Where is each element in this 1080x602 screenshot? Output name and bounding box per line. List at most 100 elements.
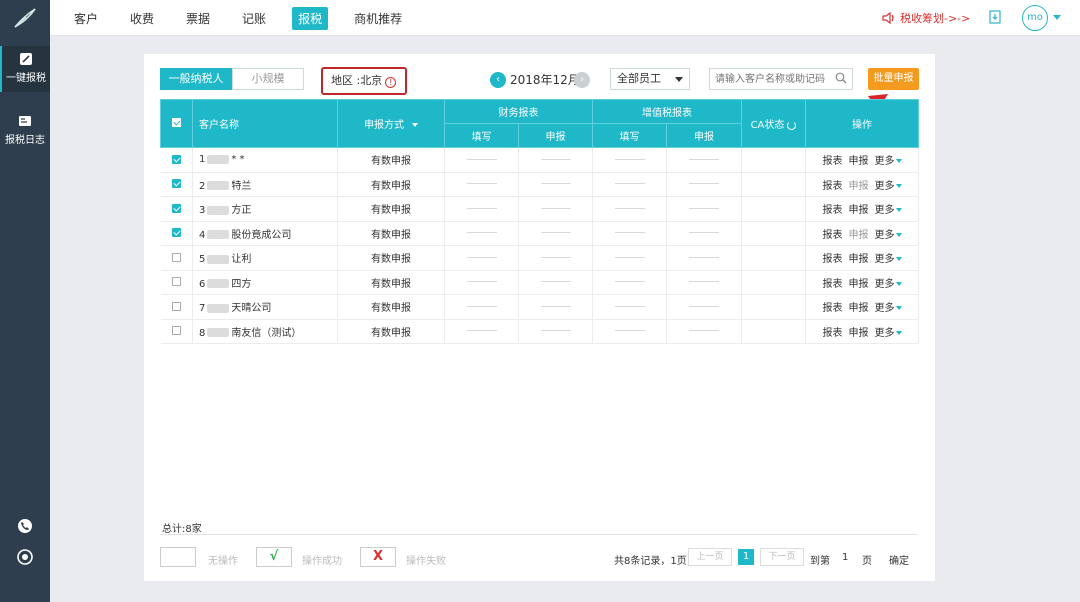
- nav-item[interactable]: 商机推荐: [348, 7, 408, 30]
- sidebar-item-one-click-tax[interactable]: 一键报税: [0, 46, 50, 92]
- finance-declare-cell: [518, 270, 593, 295]
- select-all-checkbox[interactable]: [172, 117, 181, 127]
- tab-general-taxpayer[interactable]: 一般纳税人: [160, 68, 232, 90]
- staff-select[interactable]: 全部员工: [610, 68, 690, 90]
- current-page-button[interactable]: 1: [738, 549, 754, 565]
- feather-logo-icon: [14, 8, 36, 28]
- headset-icon[interactable]: [17, 549, 33, 565]
- row-select-cell[interactable]: [160, 245, 193, 271]
- row-index: 4: [199, 229, 206, 241]
- customer-name: 四方: [231, 278, 252, 290]
- declare-link[interactable]: 申报: [849, 230, 869, 241]
- refresh-icon[interactable]: [787, 120, 797, 130]
- customer-search-input[interactable]: [709, 68, 853, 90]
- report-link[interactable]: 报表: [823, 303, 843, 314]
- more-link[interactable]: 更多: [875, 279, 902, 290]
- search-icon[interactable]: [835, 72, 847, 84]
- next-page-button[interactable]: 下一页: [760, 548, 804, 566]
- region-indicator[interactable]: 地区 :北京!: [321, 67, 407, 95]
- empty-dash: [466, 256, 497, 258]
- more-link[interactable]: 更多: [875, 328, 902, 339]
- table-row: 6 四方 有数申报 报表 申报 更多: [160, 270, 919, 295]
- declare-link[interactable]: 申报: [849, 328, 869, 339]
- nav-item[interactable]: 客户: [68, 7, 104, 30]
- vat-report-header: 增值税报表: [592, 99, 742, 124]
- chevron-down-icon[interactable]: [412, 123, 418, 127]
- row-select-cell[interactable]: [160, 270, 193, 295]
- nav-item[interactable]: 票据: [180, 7, 216, 30]
- more-link[interactable]: 更多: [875, 254, 902, 265]
- user-avatar[interactable]: mo: [1022, 5, 1048, 31]
- report-link[interactable]: 报表: [823, 205, 843, 216]
- legend-no-action-box: [160, 547, 196, 567]
- report-link[interactable]: 报表: [823, 156, 843, 167]
- declare-link[interactable]: 申报: [849, 279, 869, 290]
- goto-confirm-button[interactable]: 确定: [889, 552, 909, 567]
- declare-link[interactable]: 申报: [849, 254, 869, 265]
- declare-link[interactable]: 申报: [849, 205, 869, 216]
- table-row: 8 南友信（测试） 有数申报 报表 申报 更多: [160, 319, 919, 344]
- user-menu-caret-icon[interactable]: [1053, 15, 1061, 20]
- row-checkbox[interactable]: [171, 252, 181, 262]
- goto-label: 到第: [810, 556, 830, 567]
- report-link[interactable]: 报表: [823, 254, 843, 265]
- report-link[interactable]: 报表: [823, 230, 843, 241]
- ca-status-cell: [741, 270, 806, 295]
- row-checkbox[interactable]: [171, 326, 181, 336]
- row-select-cell[interactable]: [160, 319, 193, 344]
- more-link[interactable]: 更多: [875, 205, 902, 216]
- legend-no-action-label: 无操作: [208, 556, 238, 567]
- redacted-name-block: [207, 303, 230, 313]
- customer-name-cell: 8 南友信（测试）: [192, 319, 338, 344]
- nav-item[interactable]: 收费: [124, 7, 160, 30]
- row-select-cell[interactable]: [160, 294, 193, 320]
- declare-method: 有数申报: [337, 172, 445, 197]
- download-icon[interactable]: [988, 10, 1002, 24]
- more-link[interactable]: 更多: [875, 230, 902, 241]
- nav-item[interactable]: 报税: [292, 6, 329, 30]
- batch-declare-button[interactable]: 批量申报: [868, 68, 919, 90]
- declare-method-header[interactable]: 申报方式: [337, 99, 445, 148]
- more-link[interactable]: 更多: [875, 156, 902, 167]
- declare-link[interactable]: 申报: [849, 156, 869, 167]
- row-select-cell[interactable]: [160, 196, 193, 222]
- tab-small-scale[interactable]: 小规模: [232, 68, 304, 90]
- row-checkbox[interactable]: [171, 203, 181, 213]
- empty-dash: [689, 330, 719, 332]
- goto-page-input[interactable]: 1: [842, 552, 848, 563]
- report-link[interactable]: 报表: [823, 328, 843, 339]
- more-link[interactable]: 更多: [875, 181, 902, 192]
- empty-dash: [466, 330, 497, 332]
- row-checkbox[interactable]: [171, 154, 181, 164]
- tax-planning-link[interactable]: 税收筹划->->: [882, 10, 970, 26]
- prev-month-button[interactable]: ‹: [490, 72, 506, 88]
- report-link[interactable]: 报表: [823, 181, 843, 192]
- more-link[interactable]: 更多: [875, 303, 902, 314]
- empty-dash: [614, 305, 645, 307]
- nav-item[interactable]: 记账: [236, 7, 272, 30]
- row-checkbox[interactable]: [171, 301, 181, 311]
- logo[interactable]: [0, 0, 50, 36]
- row-checkbox[interactable]: [171, 277, 181, 287]
- declare-link[interactable]: 申报: [849, 303, 869, 314]
- taxpayer-tabs: 一般纳税人 小规模: [160, 68, 304, 90]
- empty-dash: [466, 183, 497, 185]
- row-checkbox[interactable]: [171, 179, 181, 189]
- row-actions: 报表 申报 更多: [805, 196, 919, 222]
- finance-declare-cell: [518, 245, 593, 271]
- prev-page-button[interactable]: 上一页: [688, 548, 732, 566]
- row-select-cell[interactable]: [160, 221, 193, 246]
- row-select-cell[interactable]: [160, 172, 193, 197]
- vat-fill-cell: [592, 172, 667, 197]
- declare-method: 有数申报: [337, 319, 445, 344]
- select-all-header[interactable]: [160, 99, 193, 148]
- row-select-cell[interactable]: [160, 147, 193, 173]
- declare-link[interactable]: 申报: [849, 181, 869, 192]
- phone-icon[interactable]: [17, 518, 33, 534]
- row-checkbox[interactable]: [171, 228, 181, 238]
- declare-method: 有数申报: [337, 270, 445, 295]
- sidebar-item-tax-log[interactable]: 报税日志: [0, 108, 50, 154]
- next-month-button[interactable]: ›: [574, 72, 590, 88]
- report-link[interactable]: 报表: [823, 279, 843, 290]
- declare-method: 有数申报: [337, 294, 445, 320]
